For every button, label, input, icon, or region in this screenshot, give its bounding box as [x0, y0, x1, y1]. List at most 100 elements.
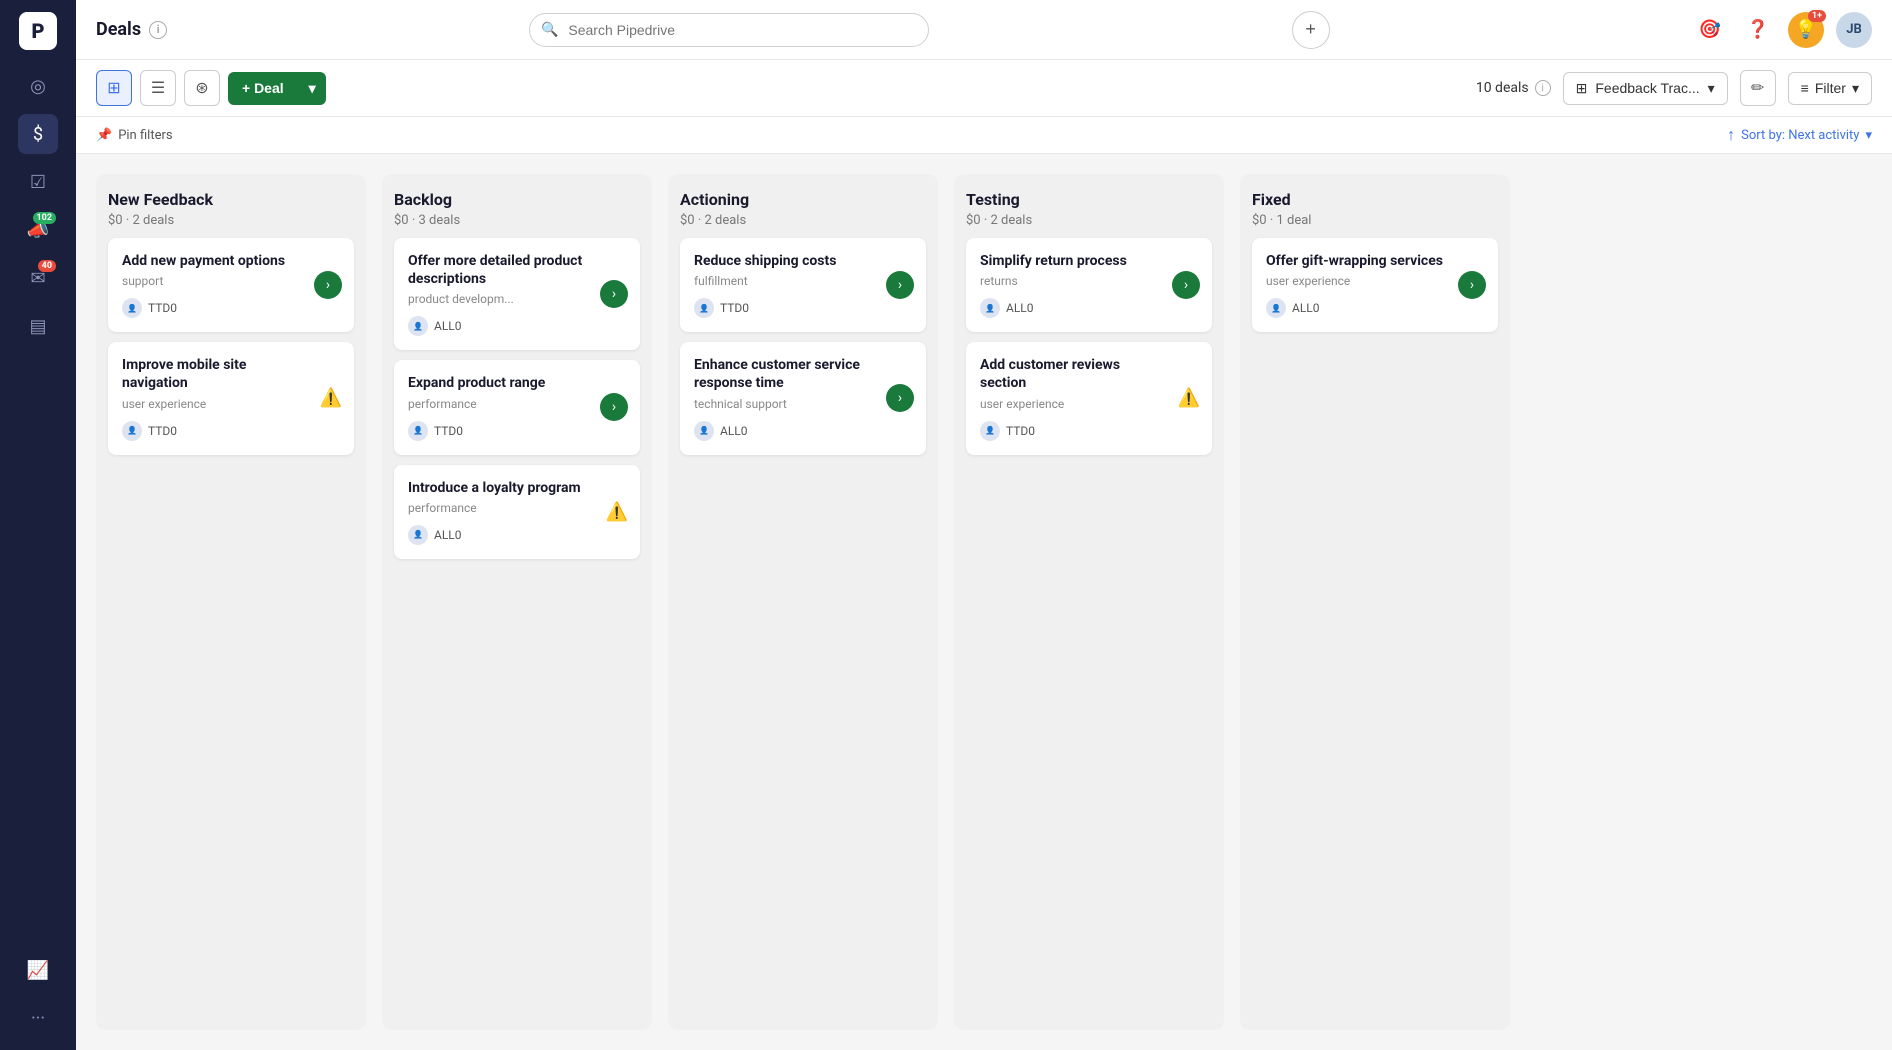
card-title-card-8: Simplify return process: [980, 252, 1198, 270]
card-action-button[interactable]: ›: [600, 393, 628, 421]
card-label-card-7: technical support: [694, 397, 912, 411]
card-label-card-5: performance: [408, 501, 626, 515]
card-footer-card-2: 👤TTD0: [122, 421, 340, 441]
user-name: ALL0: [434, 319, 462, 333]
sidebar-item-cards[interactable]: ▤: [18, 306, 58, 346]
help-icon-button[interactable]: ❓: [1740, 12, 1776, 48]
global-add-button[interactable]: +: [1292, 11, 1330, 49]
card-card-4[interactable]: Expand product range performance 👤TTD0 ›: [394, 360, 640, 454]
card-action-button[interactable]: ›: [314, 271, 342, 299]
card-title-card-6: Reduce shipping costs: [694, 252, 912, 270]
title-info-icon[interactable]: i: [149, 21, 167, 39]
column-title-backlog: Backlog: [394, 190, 640, 209]
card-title-card-7: Enhance customer service response time: [694, 356, 912, 392]
card-label-card-8: returns: [980, 274, 1198, 288]
card-user-card-7: 👤 ALL0: [694, 421, 748, 441]
card-user-card-8: 👤ALL0: [980, 298, 1034, 318]
column-meta-actioning: $0 · 2 deals: [680, 213, 926, 228]
column-meta-new-feedback: $0 · 2 deals: [108, 213, 354, 228]
column-header-backlog: Backlog $0 · 3 deals: [394, 190, 640, 228]
card-action-button[interactable]: ›: [600, 280, 628, 308]
column-header-actioning: Actioning $0 · 2 deals: [680, 190, 926, 228]
filter-chevron: ▾: [1852, 80, 1859, 97]
sidebar-item-target[interactable]: ◎: [18, 66, 58, 106]
forecast-view-button[interactable]: ⊛: [184, 70, 220, 106]
card-action-button[interactable]: ›: [1458, 271, 1486, 299]
card-card-1[interactable]: Add new payment optionssupport👤TTD0›: [108, 238, 354, 332]
card-label-card-4: performance: [408, 397, 626, 411]
user-avatar: 👤: [408, 316, 428, 336]
card-action-button[interactable]: ›: [886, 271, 914, 299]
logo[interactable]: P: [19, 12, 57, 50]
add-deal-caret[interactable]: ▾: [299, 72, 326, 105]
column-header-new-feedback: New Feedback$0 · 2 deals: [108, 190, 354, 228]
user-name: ALL0: [720, 424, 748, 438]
avatar[interactable]: JB: [1836, 12, 1872, 48]
pipeline-selector[interactable]: ⊞ Feedback Trac... ▾: [1563, 72, 1728, 105]
card-card-8[interactable]: Simplify return process returns 👤ALL0 ›: [966, 238, 1212, 332]
pin-icon: 📌: [96, 128, 112, 143]
column-header-fixed: Fixed $0 · 1 deal: [1252, 190, 1498, 228]
filter-button[interactable]: ≡ Filter ▾: [1788, 72, 1872, 105]
card-card-2[interactable]: Improve mobile site navigationuser exper…: [108, 342, 354, 454]
column-testing: Testing$0 · 2 deals Simplify return proce…: [954, 174, 1224, 1030]
page-title: Deals i: [96, 19, 167, 40]
card-footer-card-5: 👤ALL0: [408, 525, 626, 545]
kanban-view-button[interactable]: ⊞: [96, 70, 132, 106]
add-deal-main: + Deal: [228, 72, 298, 104]
search-bar: 🔍: [529, 13, 929, 47]
card-label-card-1: support: [122, 274, 340, 288]
card-user-card-4: 👤TTD0: [408, 421, 463, 441]
column-new-feedback: New Feedback$0 · 2 deals Add new payment …: [96, 174, 366, 1030]
user-name: TTD0: [148, 301, 177, 315]
card-card-7[interactable]: Enhance customer service response time te…: [680, 342, 926, 454]
add-deal-button[interactable]: + Deal ▾: [228, 72, 326, 105]
sort-button[interactable]: ↑ Sort by: Next activity ▾: [1727, 125, 1872, 145]
sidebar-item-chart[interactable]: 📈: [18, 950, 58, 990]
sidebar-item-campaigns[interactable]: 📣 102: [18, 210, 58, 250]
card-card-6[interactable]: Reduce shipping costsfulfillment👤TTD0›: [680, 238, 926, 332]
user-avatar: 👤: [122, 421, 142, 441]
topbar: Deals i 🔍 + 🎯 ❓ 💡 1+ JB: [76, 0, 1892, 60]
card-footer-card-6: 👤TTD0: [694, 298, 912, 318]
card-title-card-4: Expand product range: [408, 374, 626, 392]
card-title-card-1: Add new payment options: [122, 252, 340, 270]
card-title-card-9: Add customer reviews section: [980, 356, 1198, 392]
card-card-5[interactable]: Introduce a loyalty programperformance👤A…: [394, 465, 640, 559]
card-card-10[interactable]: Offer gift-wrapping servicesuser experie…: [1252, 238, 1498, 332]
column-title-fixed: Fixed: [1252, 190, 1498, 209]
card-user-card-3: 👤 ALL0: [408, 316, 462, 336]
user-name: ALL0: [434, 528, 462, 542]
sidebar-item-more[interactable]: ···: [18, 998, 58, 1038]
card-label-card-9: user experience: [980, 397, 1198, 411]
search-input[interactable]: [529, 13, 929, 47]
card-footer-card-7: 👤 ALL0: [694, 421, 912, 441]
column-title-actioning: Actioning: [680, 190, 926, 209]
user-avatar: 👤: [694, 421, 714, 441]
insights-button[interactable]: 💡 1+: [1788, 12, 1824, 48]
pipeline-icon: ⊞: [1576, 80, 1588, 97]
sidebar-item-inbox[interactable]: ✉ 40: [18, 258, 58, 298]
list-view-button[interactable]: ☰: [140, 70, 176, 106]
edit-pipeline-button[interactable]: ✏: [1740, 70, 1776, 106]
card-card-3[interactable]: Offer more detailed product descriptions…: [394, 238, 640, 350]
pin-filters[interactable]: 📌 Pin filters: [96, 128, 173, 143]
card-action-button[interactable]: ›: [1172, 271, 1200, 299]
sub-toolbar: 📌 Pin filters ↑ Sort by: Next activity ▾: [76, 117, 1892, 154]
deal-count-info-icon[interactable]: i: [1535, 80, 1551, 96]
column-header-testing: Testing$0 · 2 deals: [966, 190, 1212, 228]
inbox-badge: 40: [38, 260, 56, 272]
card-footer-card-8: 👤ALL0: [980, 298, 1198, 318]
warning-icon: ⚠️: [1178, 388, 1200, 409]
sort-arrow-icon: ↑: [1727, 125, 1735, 145]
sidebar-item-tasks[interactable]: ☑: [18, 162, 58, 202]
sidebar-item-deals[interactable]: $: [18, 114, 58, 154]
card-label-card-2: user experience: [122, 397, 340, 411]
filter-icon: ≡: [1801, 80, 1809, 96]
card-card-9[interactable]: Add customer reviews section user experie…: [966, 342, 1212, 454]
main-content: Deals i 🔍 + 🎯 ❓ 💡 1+ JB ⊞ ☰ ⊛ + Deal ▾: [76, 0, 1892, 1050]
activities-icon-button[interactable]: 🎯: [1692, 12, 1728, 48]
card-action-button[interactable]: ›: [886, 384, 914, 412]
column-meta-backlog: $0 · 3 deals: [394, 213, 640, 228]
column-meta-fixed: $0 · 1 deal: [1252, 213, 1498, 228]
